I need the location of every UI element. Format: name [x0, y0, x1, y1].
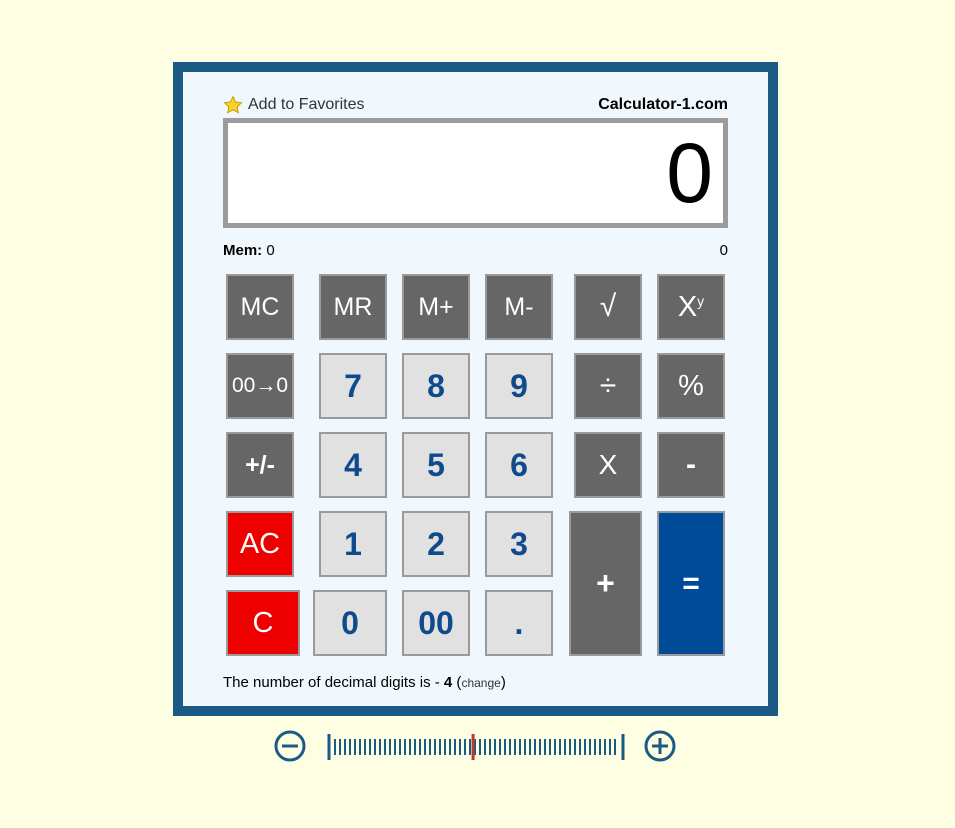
memory-subtract-button[interactable]: M- — [485, 274, 553, 340]
memory-clear-button[interactable]: MC — [226, 274, 294, 340]
power-exponent-label: y — [697, 293, 705, 309]
decimal-digits-text: The number of decimal digits is - — [223, 674, 444, 691]
clear-button[interactable]: C — [226, 590, 300, 656]
add-to-favorites-link[interactable]: Add to Favorites — [223, 93, 365, 117]
calculator-body: Add to Favorites Calculator-1.com 0 Mem:… — [183, 72, 768, 706]
power-button[interactable]: Xy — [657, 274, 725, 340]
multiply-button[interactable]: X — [574, 432, 642, 498]
change-decimal-digits-link[interactable]: change — [461, 676, 500, 690]
decimal-point-button[interactable]: . — [485, 590, 553, 656]
equals-button[interactable]: = — [657, 511, 725, 656]
digit-5-button[interactable]: 5 — [402, 432, 470, 498]
digit-6-button[interactable]: 6 — [485, 432, 553, 498]
memory-value: 0 — [266, 242, 275, 259]
digit-0-button[interactable]: 0 — [313, 590, 387, 656]
memory-recall-button[interactable]: MR — [319, 274, 387, 340]
close-paren: ) — [500, 674, 506, 691]
digit-7-button[interactable]: 7 — [319, 353, 387, 419]
memory-indicator: Mem: 0 — [223, 242, 275, 259]
site-name[interactable]: Calculator-1.com — [598, 96, 728, 114]
decimal-digits-note: The number of decimal digits is - 4 (cha… — [223, 674, 506, 691]
digit-1-button[interactable]: 1 — [319, 511, 387, 577]
plus-button[interactable]: + — [569, 511, 642, 656]
zoom-slider[interactable] — [326, 733, 626, 761]
memory-add-button[interactable]: M+ — [402, 274, 470, 340]
calculator-display: 0 — [223, 118, 728, 228]
favorites-label: Add to Favorites — [248, 96, 365, 113]
digit-8-button[interactable]: 8 — [402, 353, 470, 419]
minus-button[interactable]: - — [657, 432, 725, 498]
divide-button[interactable]: ÷ — [574, 353, 642, 419]
percent-button[interactable]: % — [657, 353, 725, 419]
display-value: 0 — [666, 126, 713, 220]
minus-circle-icon[interactable] — [273, 729, 307, 763]
digit-2-button[interactable]: 2 — [402, 511, 470, 577]
power-base-label: X — [677, 290, 698, 323]
plus-circle-icon[interactable] — [643, 729, 677, 763]
negate-button[interactable]: +/- — [226, 432, 294, 498]
digit-9-button[interactable]: 9 — [485, 353, 553, 419]
square-root-button[interactable]: √ — [574, 274, 642, 340]
memory-label: Mem: — [223, 242, 263, 259]
digit-4-button[interactable]: 4 — [319, 432, 387, 498]
double-zero-button[interactable]: 00 — [402, 590, 470, 656]
star-icon — [223, 95, 243, 114]
digit-3-button[interactable]: 3 — [485, 511, 553, 577]
drop-zero-button[interactable]: 00→0 — [226, 353, 294, 419]
all-clear-button[interactable]: AC — [226, 511, 294, 577]
calculator-frame: Add to Favorites Calculator-1.com 0 Mem:… — [173, 62, 778, 716]
decimal-digits-count: 4 — [443, 674, 453, 691]
secondary-display-value: 0 — [719, 242, 728, 259]
